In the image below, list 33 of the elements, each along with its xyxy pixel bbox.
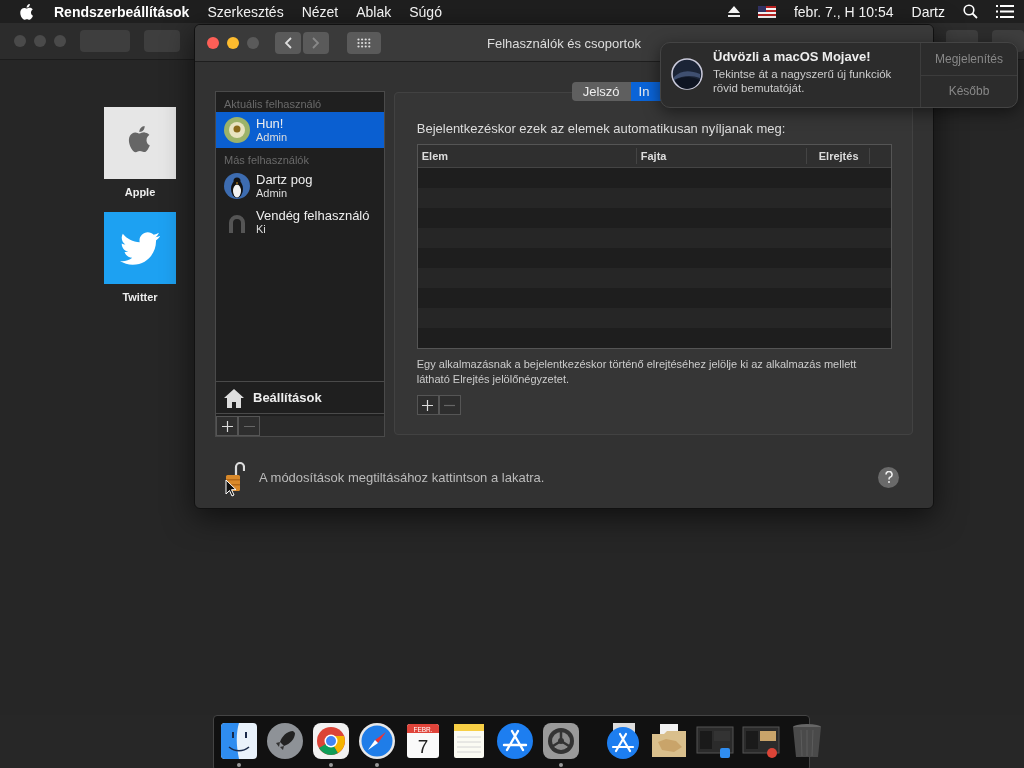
menu-item[interactable]: Rendszerbeállítások	[54, 3, 190, 20]
help-text: Egy alkalmazásnak a bejelentkezéskor történő elrejtéséhez jelölje ki az alkalmazás mellett látható Elrejtés jelölőnégyzetet.	[416, 357, 858, 387]
user-role: Admin	[256, 131, 288, 144]
menu-clock[interactable]: febr. 7., H 10:54	[793, 3, 894, 20]
login-items-heading: Bejelentkezéskor ezek az elemek automatikusan nyíljanak meg:	[416, 121, 787, 136]
lock-hint: A módosítások megtiltásához kattintson a lakatra.	[259, 469, 545, 485]
notification-body: Tekintse át a nagyszerű új funkciók rövid bemutatóját.	[713, 67, 893, 95]
user-item[interactable]: Vendég felhasználó Ki	[216, 204, 384, 240]
window-title: Felhasználók és csoportok	[487, 35, 641, 51]
tab[interactable]: Jelszó	[571, 82, 631, 101]
column-header[interactable]: Elrejtés	[806, 148, 870, 164]
menu-item[interactable]: Nézet	[301, 3, 339, 20]
user-role: Ki	[256, 223, 267, 236]
user-item[interactable]: Dartz pog Admin	[216, 168, 384, 204]
user-name: Dartz pog	[256, 172, 313, 188]
user-menu[interactable]: Dartz	[911, 3, 945, 20]
section-heading: Aktuális felhasználó	[223, 97, 323, 112]
desktop-icon-label[interactable]: Twitter	[122, 291, 158, 303]
notification-action[interactable]: Később	[921, 74, 1017, 107]
desktop-icon-label[interactable]: Apple	[124, 186, 156, 198]
column-header[interactable]: Fajta	[636, 148, 807, 164]
login-options-item[interactable]: Beállítások	[216, 381, 384, 414]
section-heading: Más felhasználók	[223, 153, 310, 168]
menu-item[interactable]: Súgó	[409, 3, 442, 20]
notification-title: Üdvözli a macOS Mojave!	[713, 49, 872, 64]
user-name: Vendég felhasználó	[256, 208, 370, 224]
user-role: Admin	[256, 187, 289, 200]
user-item[interactable]: Hun! Admin	[216, 112, 384, 148]
menu-item[interactable]: Ablak	[356, 3, 392, 20]
column-header[interactable]: Elem	[417, 148, 637, 164]
notification-action[interactable]: Megjelenítés	[921, 43, 1017, 75]
menu-item[interactable]: Szerkesztés	[207, 3, 284, 20]
user-name: Hun!	[256, 116, 285, 132]
